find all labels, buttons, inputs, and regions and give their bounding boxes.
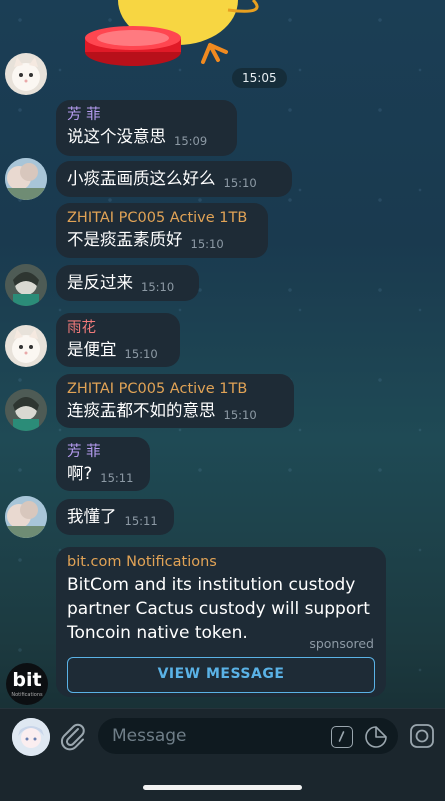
message-bubble[interactable]: ZHITAI PC005 Active 1TB 不是痰盂素质好 15:10 — [56, 203, 268, 258]
message-text: 我懂了 — [67, 507, 117, 526]
avatar-anime[interactable] — [5, 264, 47, 306]
sender-name[interactable]: 芳 菲 — [67, 443, 138, 461]
message-time: 15:11 — [100, 471, 134, 485]
bot-command-icon[interactable] — [331, 726, 353, 748]
avatar-cat[interactable] — [5, 325, 47, 367]
message-text: 说这个没意思 — [67, 127, 166, 146]
sender-name[interactable]: 芳 菲 — [67, 106, 225, 124]
message-bubble[interactable]: 芳 菲 啊? 15:11 — [56, 437, 150, 491]
avatar-tree[interactable] — [5, 158, 47, 200]
camera-icon[interactable] — [408, 722, 436, 750]
avatar-anime[interactable] — [5, 389, 47, 431]
sender-name[interactable]: ZHITAI PC005 Active 1TB — [67, 380, 282, 398]
avatar-tree[interactable] — [5, 496, 47, 538]
avatar-cat[interactable] — [5, 53, 47, 95]
message-text: 啊? — [67, 464, 93, 483]
attach-icon[interactable] — [58, 721, 88, 751]
home-indicator[interactable] — [143, 785, 302, 790]
message-bubble[interactable]: 是反过来 15:10 — [56, 265, 199, 301]
sender-name[interactable]: ZHITAI PC005 Active 1TB — [67, 209, 256, 227]
sticker-icon[interactable] — [364, 725, 388, 749]
message-time: 15:10 — [223, 408, 257, 422]
message-bubble[interactable]: 我懂了 15:11 — [56, 499, 174, 535]
message-time: 15:10 — [223, 176, 257, 190]
sticker-time-badge: 15:05 — [232, 68, 287, 88]
sponsored-text: BitCom and its institution custody partn… — [67, 575, 370, 643]
message-text: 是便宜 — [67, 340, 117, 359]
message-bubble[interactable]: ZHITAI PC005 Active 1TB 连痰盂都不如的意思 15:10 — [56, 374, 294, 428]
message-time: 15:11 — [124, 514, 158, 528]
view-message-button[interactable]: VIEW MESSAGE — [67, 657, 375, 693]
sender-name[interactable]: 雨花 — [67, 319, 168, 337]
sponsored-sender[interactable]: bit.com Notifications — [67, 553, 375, 571]
message-time: 15:10 — [190, 237, 224, 251]
bit-logo-subtext: Notifications — [11, 692, 43, 698]
bit-logo-text: bit — [12, 669, 42, 691]
message-text: 连痰盂都不如的意思 — [67, 401, 216, 420]
message-input[interactable]: Message — [98, 718, 398, 754]
message-bubble[interactable]: 芳 菲 说这个没意思 15:09 — [56, 100, 237, 156]
message-text: 小痰盂画质这么好么 — [67, 169, 216, 188]
message-text: 是反过来 — [67, 273, 133, 292]
message-time: 15:10 — [124, 347, 158, 361]
sponsored-message[interactable]: bit.com Notifications BitCom and its ins… — [56, 547, 386, 697]
message-time: 15:09 — [174, 134, 208, 148]
message-text: 不是痰盂素质好 — [67, 230, 183, 249]
duck-sticker[interactable] — [78, 0, 278, 70]
message-bubble[interactable]: 小痰盂画质这么好么 15:10 — [56, 161, 292, 197]
message-time: 15:10 — [141, 280, 175, 294]
send-as-avatar[interactable] — [12, 718, 50, 756]
bit-notifications-avatar[interactable]: bit Notifications — [6, 663, 48, 705]
sponsored-label: sponsored — [309, 636, 374, 651]
message-bubble[interactable]: 雨花 是便宜 15:10 — [56, 313, 180, 367]
